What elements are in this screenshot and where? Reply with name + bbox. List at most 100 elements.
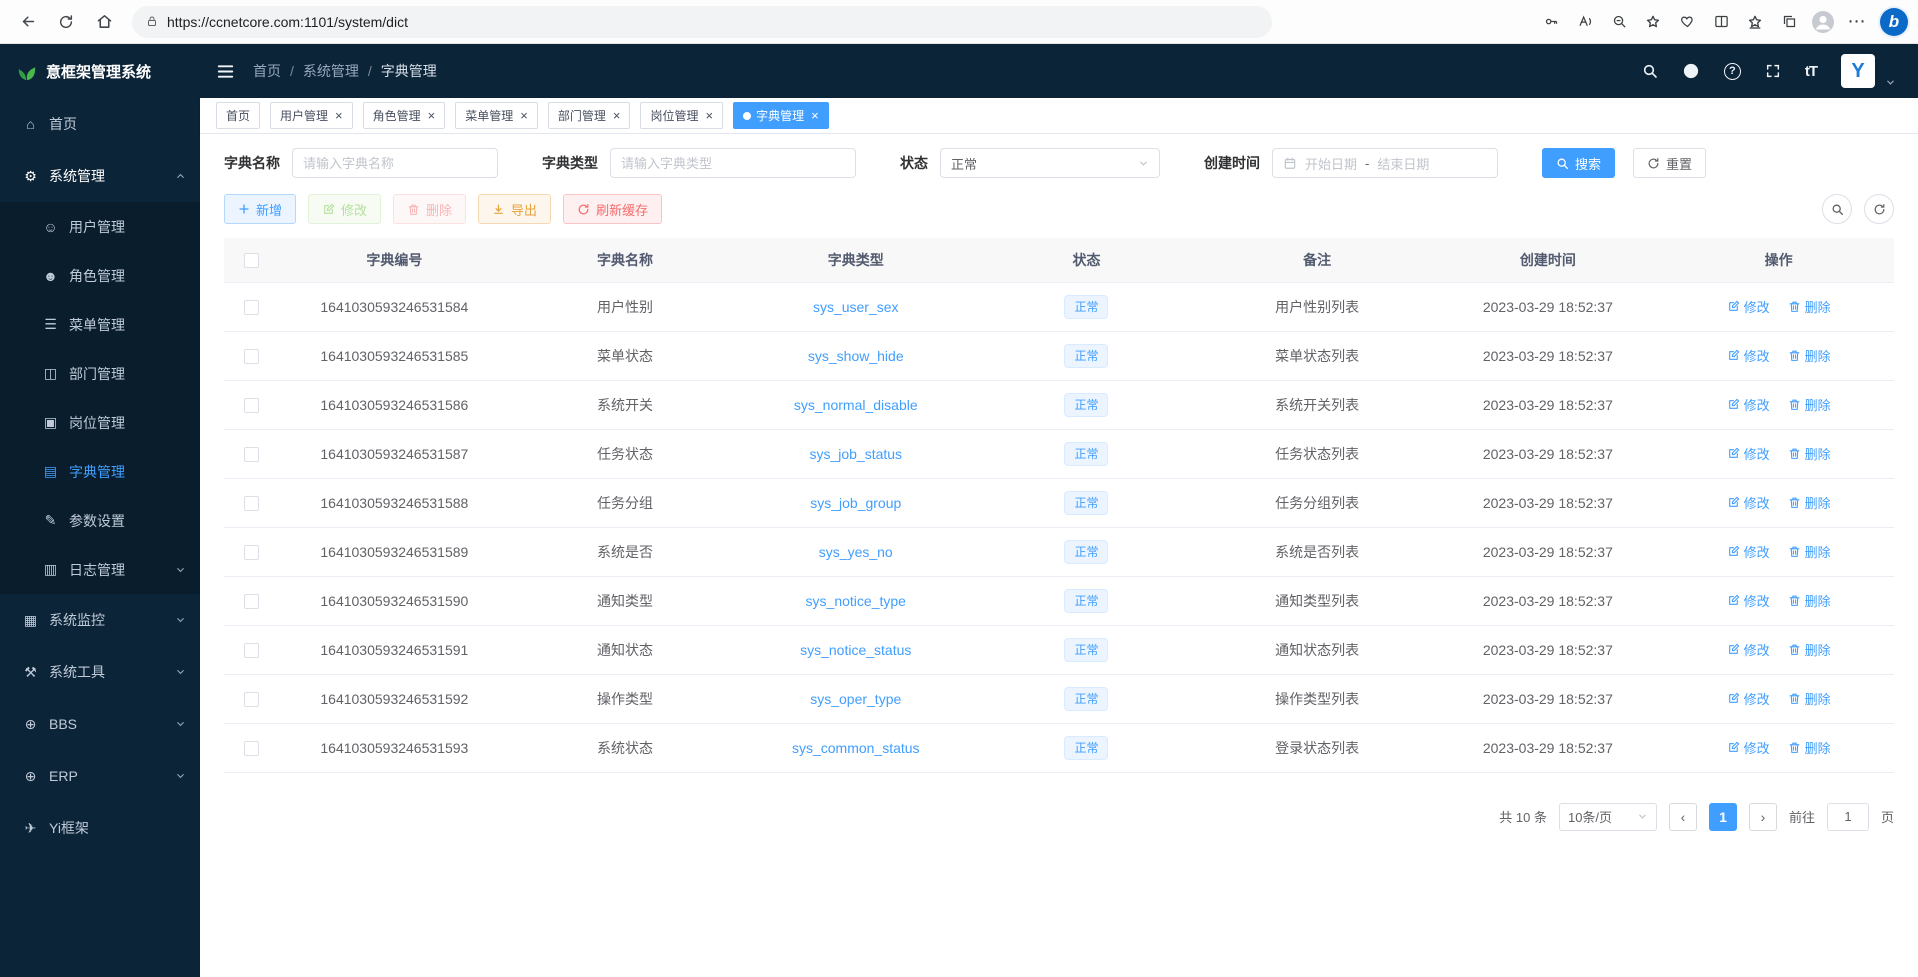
tab-dict-management[interactable]: 字典管理×	[733, 102, 829, 129]
sidebar-item-param-settings[interactable]: ✎参数设置	[0, 496, 200, 545]
row-checkbox[interactable]	[244, 545, 259, 560]
row-checkbox[interactable]	[244, 398, 259, 413]
sidebar-item-system-tools[interactable]: ⚒系统工具	[0, 646, 200, 698]
row-delete-button[interactable]: 删除	[1788, 542, 1831, 561]
export-button[interactable]: 导出	[478, 194, 551, 224]
tab-dept-management[interactable]: 部门管理×	[548, 102, 631, 129]
row-delete-button[interactable]: 删除	[1788, 297, 1831, 316]
next-page-button[interactable]: ›	[1749, 803, 1777, 831]
sidebar-item-dict-management[interactable]: ▤字典管理	[0, 447, 200, 496]
search-button[interactable]: 搜索	[1542, 148, 1615, 178]
date-range-picker[interactable]: 开始日期 - 结束日期	[1272, 148, 1498, 178]
row-checkbox[interactable]	[244, 594, 259, 609]
row-edit-button[interactable]: 修改	[1727, 297, 1770, 316]
tab-user-management[interactable]: 用户管理×	[270, 102, 353, 129]
sidebar-item-yi-framework[interactable]: ✈Yi框架	[0, 802, 200, 854]
sidebar-item-dept-management[interactable]: ◫部门管理	[0, 349, 200, 398]
dict-type-link[interactable]: sys_user_sex	[813, 299, 899, 315]
select-all-checkbox[interactable]	[244, 253, 259, 268]
refresh-cache-button[interactable]: 刷新缓存	[563, 194, 662, 224]
dict-type-link[interactable]: sys_job_status	[809, 446, 902, 462]
tab-role-management[interactable]: 角色管理×	[363, 102, 446, 129]
dict-name-input[interactable]	[292, 148, 498, 178]
tab-menu-management[interactable]: 菜单管理×	[455, 102, 538, 129]
help-icon[interactable]: ?	[1724, 63, 1741, 80]
add-button[interactable]: 新增	[224, 194, 296, 224]
app-logo[interactable]: 意框架管理系统	[0, 44, 200, 98]
goto-page-input[interactable]	[1827, 803, 1869, 831]
row-edit-button[interactable]: 修改	[1727, 542, 1770, 561]
add-favorite-icon[interactable]	[1636, 5, 1670, 39]
close-icon[interactable]: ×	[428, 109, 436, 122]
user-avatar-logo[interactable]: Y	[1841, 54, 1875, 88]
page-1-button[interactable]: 1	[1709, 803, 1737, 831]
close-icon[interactable]: ×	[520, 109, 528, 122]
browser-back-button[interactable]	[10, 5, 46, 39]
row-edit-button[interactable]: 修改	[1727, 591, 1770, 610]
row-edit-button[interactable]: 修改	[1727, 444, 1770, 463]
dict-type-link[interactable]: sys_job_group	[810, 495, 901, 511]
row-checkbox[interactable]	[244, 643, 259, 658]
sidebar-item-bbs[interactable]: ⊕BBS	[0, 698, 200, 750]
sidebar-item-role-management[interactable]: ☻角色管理	[0, 251, 200, 300]
browser-essentials-icon[interactable]	[1670, 5, 1704, 39]
modify-button[interactable]: 修改	[308, 194, 381, 224]
row-delete-button[interactable]: 删除	[1788, 591, 1831, 610]
delete-button[interactable]: 删除	[393, 194, 466, 224]
row-edit-button[interactable]: 修改	[1727, 493, 1770, 512]
github-icon[interactable]	[1682, 62, 1700, 80]
row-delete-button[interactable]: 删除	[1788, 493, 1831, 512]
dict-type-link[interactable]: sys_show_hide	[808, 348, 904, 364]
sidebar-item-menu-management[interactable]: ☰菜单管理	[0, 300, 200, 349]
dict-type-link[interactable]: sys_yes_no	[819, 544, 893, 560]
row-checkbox[interactable]	[244, 447, 259, 462]
more-options-icon[interactable]: ⋯	[1840, 5, 1874, 39]
dict-type-link[interactable]: sys_normal_disable	[794, 397, 918, 413]
prev-page-button[interactable]: ‹	[1669, 803, 1697, 831]
collapse-sidebar-icon[interactable]	[216, 62, 235, 81]
row-edit-button[interactable]: 修改	[1727, 346, 1770, 365]
dict-type-link[interactable]: sys_common_status	[792, 740, 920, 756]
close-icon[interactable]: ×	[613, 109, 621, 122]
reset-button[interactable]: 重置	[1633, 148, 1706, 178]
row-checkbox[interactable]	[244, 692, 259, 707]
address-bar[interactable]: https://ccnetcore.com:1101/system/dict	[132, 6, 1272, 38]
row-edit-button[interactable]: 修改	[1727, 640, 1770, 659]
bing-discover-icon[interactable]: b	[1880, 8, 1908, 36]
toggle-search-button[interactable]	[1822, 194, 1852, 224]
row-delete-button[interactable]: 删除	[1788, 689, 1831, 708]
sidebar-item-user-management[interactable]: ☺用户管理	[0, 202, 200, 251]
favorites-icon[interactable]	[1738, 5, 1772, 39]
sidebar-item-system-management[interactable]: ⚙系统管理	[0, 150, 200, 202]
dict-type-link[interactable]: sys_notice_status	[800, 642, 911, 658]
password-key-icon[interactable]	[1534, 5, 1568, 39]
dict-type-link[interactable]: sys_oper_type	[810, 691, 901, 707]
font-size-icon[interactable]: tT	[1805, 63, 1817, 80]
dict-type-link[interactable]: sys_notice_type	[806, 593, 906, 609]
tab-post-management[interactable]: 岗位管理×	[640, 102, 723, 129]
sidebar-item-log-management[interactable]: ▥日志管理	[0, 545, 200, 594]
profile-avatar[interactable]	[1806, 5, 1840, 39]
close-icon[interactable]: ×	[811, 109, 819, 122]
row-delete-button[interactable]: 删除	[1788, 640, 1831, 659]
page-size-select[interactable]: 10条/页	[1559, 803, 1657, 831]
split-screen-icon[interactable]	[1704, 5, 1738, 39]
browser-home-button[interactable]	[86, 5, 122, 39]
close-icon[interactable]: ×	[705, 109, 713, 122]
breadcrumb-system[interactable]: 系统管理	[303, 61, 359, 81]
refresh-table-button[interactable]	[1864, 194, 1894, 224]
status-select[interactable]: 正常	[940, 148, 1160, 178]
search-icon[interactable]	[1642, 63, 1658, 79]
fullscreen-icon[interactable]	[1765, 63, 1781, 79]
sidebar-item-post-management[interactable]: ▣岗位管理	[0, 398, 200, 447]
row-delete-button[interactable]: 删除	[1788, 738, 1831, 757]
row-checkbox[interactable]	[244, 496, 259, 511]
dict-type-input[interactable]	[610, 148, 856, 178]
row-delete-button[interactable]: 删除	[1788, 346, 1831, 365]
row-edit-button[interactable]: 修改	[1727, 738, 1770, 757]
sidebar-item-erp[interactable]: ⊕ERP	[0, 750, 200, 802]
row-delete-button[interactable]: 删除	[1788, 444, 1831, 463]
row-checkbox[interactable]	[244, 300, 259, 315]
zoom-icon[interactable]	[1602, 5, 1636, 39]
collections-icon[interactable]	[1772, 5, 1806, 39]
